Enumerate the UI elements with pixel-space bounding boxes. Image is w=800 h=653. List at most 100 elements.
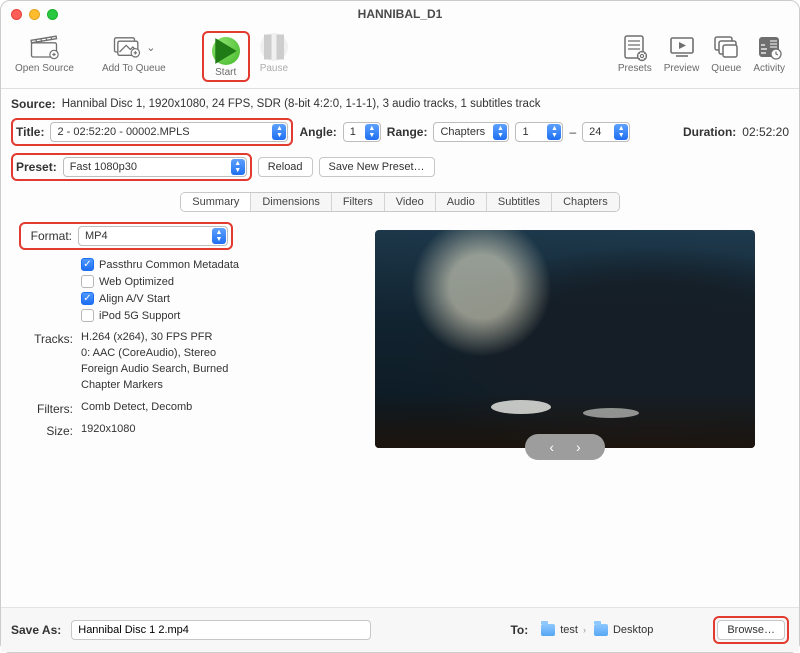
- range-label: Range:: [387, 125, 428, 139]
- queue-button[interactable]: Queue: [705, 31, 747, 74]
- passthru-checkbox-row[interactable]: ✓ Passthru Common Metadata: [81, 258, 339, 271]
- angle-select[interactable]: 1 ▲▼: [343, 122, 381, 142]
- activity-button[interactable]: Activity: [747, 31, 791, 74]
- presets-label: Presets: [618, 63, 652, 74]
- save-new-preset-button[interactable]: Save New Preset…: [319, 157, 435, 177]
- reload-button[interactable]: Reload: [258, 157, 313, 177]
- titlebar: HANNIBAL_D1: [1, 1, 799, 27]
- close-window-button[interactable]: [11, 9, 22, 20]
- angle-value: 1: [350, 126, 356, 138]
- preset-value: Fast 1080p30: [70, 161, 137, 173]
- start-button-highlight: Start: [202, 31, 250, 82]
- activity-label: Activity: [753, 63, 785, 74]
- range-from-select[interactable]: 1 ▲▼: [515, 122, 563, 142]
- open-source-button[interactable]: Open Source: [9, 31, 80, 74]
- folder-icon: [594, 624, 608, 636]
- source-value: Hannibal Disc 1, 1920x1080, 24 FPS, SDR …: [62, 98, 541, 110]
- play-icon: [212, 37, 240, 65]
- preset-highlight: Preset: Fast 1080p30 ▲▼: [11, 153, 252, 181]
- title-row: Title: 2 - 02:52:20 - 00002.MPLS ▲▼ Angl…: [11, 118, 789, 146]
- range-type-select[interactable]: Chapters ▲▼: [433, 122, 509, 142]
- preview-panel: ‹ ›: [349, 222, 781, 607]
- preset-row: Preset: Fast 1080p30 ▲▼ Reload Save New …: [11, 153, 789, 181]
- preview-icon: [667, 32, 697, 62]
- tab-audio[interactable]: Audio: [436, 193, 487, 211]
- queue-label: Queue: [711, 63, 741, 74]
- pause-icon: [260, 33, 288, 61]
- title-label: Title:: [16, 125, 44, 139]
- preset-label: Preset:: [16, 160, 57, 174]
- summary-panel: Format: MP4 ▲▼ ✓ Passthru Common Metadat…: [11, 222, 789, 607]
- track-line: Chapter Markers: [81, 378, 228, 394]
- add-to-queue-dropdown-icon[interactable]: ⌄: [146, 41, 156, 54]
- reload-label: Reload: [268, 161, 303, 173]
- title-select[interactable]: 2 - 02:52:20 - 00002.MPLS ▲▼: [50, 122, 288, 142]
- traffic-lights: [11, 9, 58, 20]
- ipod-checkbox-row[interactable]: iPod 5G Support: [81, 309, 339, 322]
- preview-button[interactable]: Preview: [658, 31, 706, 74]
- queue-icon: [711, 32, 741, 62]
- tracks-label: Tracks:: [19, 330, 73, 346]
- preview-image: [375, 230, 755, 448]
- prev-frame-button[interactable]: ‹: [549, 439, 554, 455]
- to-path[interactable]: test › Desktop: [538, 624, 653, 636]
- tab-summary[interactable]: Summary: [181, 193, 251, 211]
- images-add-icon: [112, 32, 142, 62]
- maximize-window-button[interactable]: [47, 9, 58, 20]
- start-label: Start: [215, 67, 236, 78]
- format-select[interactable]: MP4 ▲▼: [78, 226, 228, 246]
- preview-nav: ‹ ›: [525, 434, 605, 460]
- add-to-queue-label: Add To Queue: [102, 63, 166, 74]
- weboptimized-checkbox-row[interactable]: Web Optimized: [81, 275, 339, 288]
- tab-group: Summary Dimensions Filters Video Audio S…: [180, 192, 619, 212]
- browse-highlight: Browse…: [713, 616, 789, 644]
- checkbox-icon: [81, 309, 94, 322]
- duration-label: Duration:: [683, 125, 736, 139]
- toolbar: Open Source ⌄ Add To Queue: [1, 27, 799, 89]
- range-from-value: 1: [522, 126, 528, 138]
- start-button[interactable]: Start: [206, 35, 246, 78]
- weboptimized-label: Web Optimized: [99, 276, 174, 288]
- pause-button: Pause: [254, 31, 294, 74]
- path-seg: test: [560, 624, 578, 636]
- size-value: 1920x1080: [81, 422, 135, 438]
- presets-button[interactable]: Presets: [612, 31, 658, 74]
- duration-value: 02:52:20: [742, 125, 789, 139]
- checkbox-icon: [81, 275, 94, 288]
- path-seg: Desktop: [613, 624, 653, 636]
- range-dash: –: [569, 125, 576, 139]
- chevron-updown-icon: ▲▼: [233, 159, 243, 175]
- minimize-window-button[interactable]: [29, 9, 40, 20]
- tab-video[interactable]: Video: [385, 193, 436, 211]
- source-label: Source:: [11, 97, 56, 111]
- activity-icon: [754, 32, 784, 62]
- body: Source: Hannibal Disc 1, 1920x1080, 24 F…: [1, 89, 799, 607]
- range-to-select[interactable]: 24 ▲▼: [582, 122, 630, 142]
- filters-value: Comb Detect, Decomb: [81, 400, 192, 416]
- chevron-updown-icon: ▲▼: [616, 124, 626, 140]
- tab-dimensions[interactable]: Dimensions: [251, 193, 331, 211]
- tracks-text: H.264 (x264), 30 FPS PFR 0: AAC (CoreAud…: [81, 330, 228, 394]
- next-frame-button[interactable]: ›: [576, 439, 581, 455]
- chevron-updown-icon: ▲▼: [367, 124, 377, 140]
- format-highlight: Format: MP4 ▲▼: [19, 222, 233, 250]
- tab-subtitles[interactable]: Subtitles: [487, 193, 552, 211]
- track-line: Foreign Audio Search, Burned: [81, 362, 228, 378]
- browse-button[interactable]: Browse…: [717, 620, 785, 640]
- chevron-updown-icon: ▲▼: [214, 228, 224, 244]
- folder-icon: [541, 624, 555, 636]
- filters-label: Filters:: [19, 400, 73, 416]
- preset-select[interactable]: Fast 1080p30 ▲▼: [63, 157, 247, 177]
- chevron-updown-icon: ▲▼: [274, 124, 284, 140]
- tab-chapters[interactable]: Chapters: [552, 193, 619, 211]
- chevron-updown-icon: ▲▼: [549, 124, 559, 140]
- save-as-input[interactable]: [71, 620, 371, 640]
- app-window: HANNIBAL_D1 Open Source: [0, 0, 800, 653]
- clapperboard-icon: [29, 32, 59, 62]
- tab-filters[interactable]: Filters: [332, 193, 385, 211]
- add-to-queue-button[interactable]: ⌄ Add To Queue: [96, 31, 172, 74]
- open-source-label: Open Source: [15, 63, 74, 74]
- passthru-label: Passthru Common Metadata: [99, 259, 239, 271]
- to-label: To:: [510, 623, 528, 637]
- alignav-checkbox-row[interactable]: ✓ Align A/V Start: [81, 292, 339, 305]
